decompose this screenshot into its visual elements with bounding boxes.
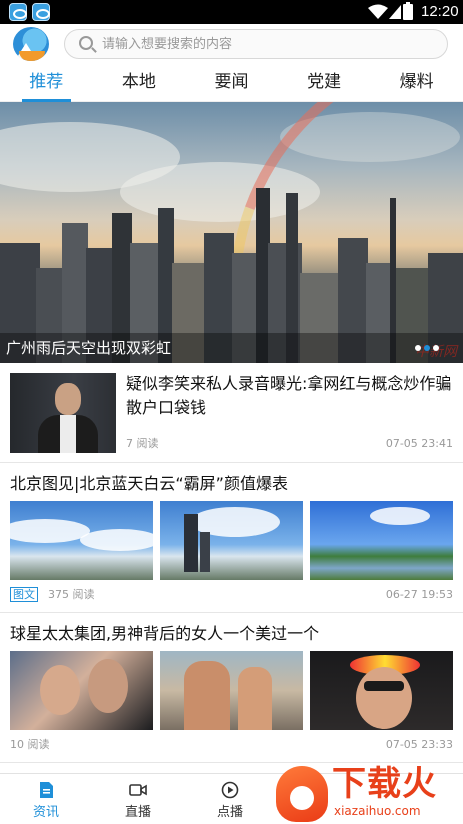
news-thumbnail (10, 373, 116, 453)
app-notification-icon (9, 3, 27, 21)
content-type-badge: 图文 (10, 587, 38, 602)
image-face (88, 659, 128, 713)
news-image (10, 501, 153, 580)
publish-time: 06-27 19:53 (385, 588, 453, 601)
news-title: 球星太太集团,男神背后的女人一个美过一个 (10, 624, 320, 643)
wifi-icon (368, 4, 388, 19)
publish-time: 07-05 23:33 (385, 738, 453, 751)
status-bar: 12:20 (0, 0, 463, 24)
nav-label: 资讯 (32, 805, 59, 820)
carousel-dot[interactable] (415, 345, 421, 351)
carousel-indicator (415, 345, 439, 351)
person-figure (55, 383, 81, 415)
publish-time: 07-05 23:41 (385, 437, 453, 450)
hero-caption-bar: 广州雨后天空出现双彩虹 (0, 333, 463, 363)
search-input[interactable]: 请输入想要搜索的内容 (64, 29, 448, 59)
nav-live[interactable]: 直播 (92, 774, 184, 824)
news-item[interactable]: 北京图见|北京蓝天白云“霸屏”颜值爆表 图文 375 阅读 06-27 19:5… (0, 463, 463, 613)
watermark-text: 下载火 (332, 764, 437, 804)
carousel-dot[interactable] (433, 345, 439, 351)
nav-news[interactable]: 资讯 (0, 774, 92, 824)
category-tabs: 推荐 本地 要闻 党建 爆料 (0, 64, 463, 102)
site-watermark: 下载火 xiazaihuo.com (272, 762, 463, 824)
tab-local[interactable]: 本地 (93, 64, 186, 101)
news-title: 北京图见|北京蓝天白云“霸屏”颜值爆表 (10, 474, 288, 493)
image-cloud (80, 529, 153, 551)
image-cloud (370, 507, 430, 525)
news-image (160, 501, 303, 580)
news-image (160, 651, 303, 730)
tab-headlines[interactable]: 要闻 (185, 64, 278, 101)
image-building (184, 514, 198, 572)
watermark-url: xiazaihuo.com (334, 804, 421, 818)
app-notification-icon (32, 3, 50, 21)
app-logo[interactable] (13, 27, 49, 61)
watermark-logo-icon (276, 766, 328, 822)
news-item[interactable]: 疑似李笑来私人录音曝光:拿网红与概念炒作骗散户口袋钱 7 阅读 07-05 23… (0, 363, 463, 463)
image-person (184, 661, 230, 730)
image-face (40, 665, 80, 715)
carousel-dot-active[interactable] (424, 345, 430, 351)
document-icon (40, 782, 53, 798)
read-count: 10 阅读 (10, 738, 50, 751)
tab-tips[interactable]: 爆料 (370, 64, 463, 101)
signal-icon (389, 5, 401, 19)
tab-party-building[interactable]: 党建 (278, 64, 371, 101)
image-person (238, 667, 272, 730)
header: 请输入想要搜索的内容 (0, 24, 463, 64)
hero-carousel[interactable]: 中新网 广州雨后天空出现双彩虹 (0, 102, 463, 363)
search-icon (79, 36, 93, 50)
nav-on-demand[interactable]: 点播 (184, 774, 276, 824)
video-camera-icon (129, 784, 147, 796)
image-face (356, 667, 412, 729)
nav-label: 直播 (124, 805, 151, 820)
image-cloud (10, 519, 90, 543)
play-circle-icon (221, 781, 239, 799)
nav-label: 点播 (216, 805, 243, 820)
search-placeholder: 请输入想要搜索的内容 (102, 37, 233, 52)
news-image (310, 501, 453, 580)
image-building (200, 532, 210, 572)
news-title: 疑似李笑来私人录音曝光:拿网红与概念炒作骗散户口袋钱 (126, 374, 452, 417)
battery-icon (403, 2, 413, 20)
news-image (310, 651, 453, 730)
app-screen: 12:20 请输入想要搜索的内容 推荐 本地 要闻 党建 爆料 中新网 广州雨后… (0, 0, 463, 824)
clock: 12:20 (421, 3, 459, 20)
tab-recommend[interactable]: 推荐 (0, 64, 93, 102)
read-count: 7 阅读 (126, 437, 159, 450)
news-item[interactable]: 球星太太集团,男神背后的女人一个美过一个 10 阅读 07-05 23:33 (0, 613, 463, 763)
read-count: 375 阅读 (48, 588, 95, 601)
person-figure (60, 415, 76, 453)
news-image (10, 651, 153, 730)
image-sunglasses (364, 681, 404, 691)
hero-caption: 广州雨后天空出现双彩虹 (6, 339, 172, 357)
